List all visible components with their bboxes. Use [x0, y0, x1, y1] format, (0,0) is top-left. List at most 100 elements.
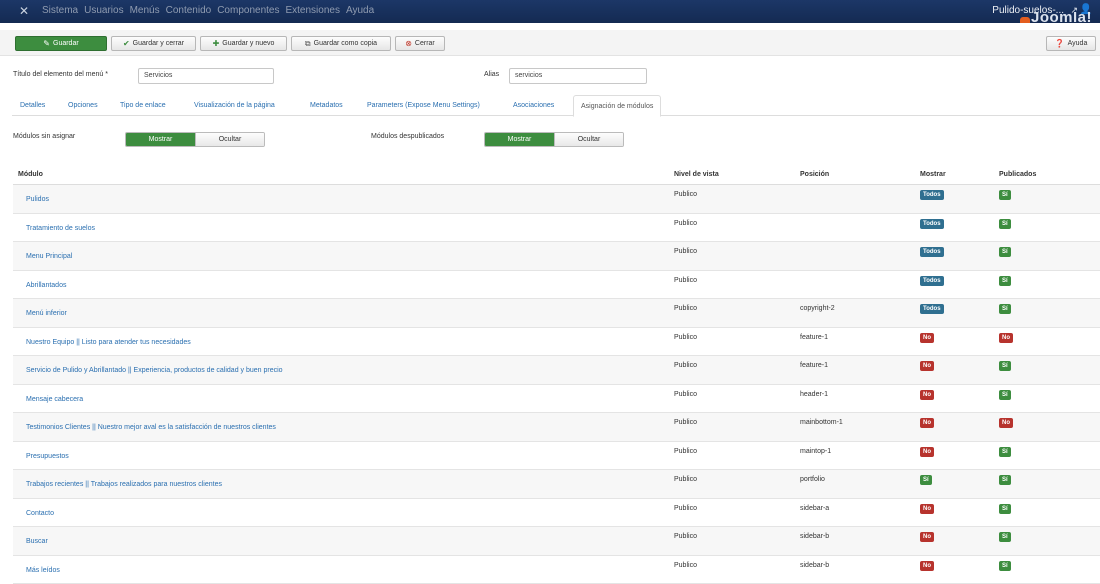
menu-usuarios[interactable]: Usuarios: [84, 5, 123, 17]
table-row: PulidosPublicoTodosSí: [13, 185, 1100, 214]
module-link[interactable]: Contacto: [26, 510, 54, 517]
show-badge: No: [920, 390, 934, 400]
position-cell: sidebar-a: [800, 505, 829, 512]
unpublished-show-button[interactable]: Mostrar: [485, 133, 554, 146]
table-row: ContactoPublicosidebar-aNoSí: [13, 499, 1100, 528]
tab-opciones[interactable]: Opciones: [68, 95, 98, 116]
module-link[interactable]: Menú inferior: [26, 310, 67, 317]
unpublished-modules-toggle: Mostrar Ocultar: [484, 132, 624, 147]
unassigned-show-button[interactable]: Mostrar: [126, 133, 195, 146]
help-button[interactable]: ❓ Ayuda: [1046, 36, 1096, 51]
module-link[interactable]: Servicio de Pulido y Abrillantado || Exp…: [26, 367, 283, 374]
position-cell: feature-1: [800, 334, 828, 341]
show-badge: Todos: [920, 190, 944, 200]
position-cell: header-1: [800, 391, 828, 398]
modules-table: Módulo Nivel de vista Posición Mostrar P…: [13, 166, 1100, 584]
header-view-level: Nivel de vista: [674, 171, 719, 178]
check-icon: ✔: [123, 39, 130, 48]
title-input[interactable]: Servicios: [138, 68, 274, 84]
show-badge: No: [920, 361, 934, 371]
published-badge: Sí: [999, 247, 1011, 257]
help-label: Ayuda: [1068, 40, 1088, 47]
tab-asociaciones[interactable]: Asociaciones: [513, 95, 554, 116]
table-row: Mensaje cabecera Publico header-1 No Sí: [13, 385, 1100, 414]
unpublished-hide-button[interactable]: Ocultar: [554, 133, 623, 146]
menu-componentes[interactable]: Componentes: [217, 5, 279, 17]
module-link[interactable]: Buscar: [26, 538, 48, 545]
menu-sistema[interactable]: Sistema: [42, 5, 78, 17]
cancel-icon: ⊗: [405, 39, 412, 48]
menu-menus[interactable]: Menús: [130, 5, 160, 17]
module-link[interactable]: Nuestro Equipo || Listo para atender tus…: [26, 339, 191, 346]
table-row: Menu PrincipalPublicoTodosSí: [13, 242, 1100, 271]
joomla-logo-icon[interactable]: ✕: [17, 4, 31, 18]
published-badge: No: [999, 333, 1013, 343]
tab-tipo-enlace[interactable]: Tipo de enlace: [120, 95, 166, 116]
position-cell: portfolio: [800, 476, 825, 483]
tab-detalles[interactable]: Detalles: [20, 95, 45, 116]
module-link[interactable]: Mensaje cabecera: [26, 396, 83, 403]
close-button[interactable]: ⊗ Cerrar: [395, 36, 445, 51]
view-level-cell: Publico: [674, 476, 697, 483]
table-row: Trabajos recientes || Trabajos realizado…: [13, 470, 1100, 499]
header-show: Mostrar: [920, 171, 946, 178]
table-row: Menú inferiorPublicocopyright-2TodosSí: [13, 299, 1100, 328]
module-link[interactable]: Menu Principal: [26, 253, 72, 260]
published-badge: Sí: [999, 304, 1011, 314]
tab-visualizacion[interactable]: Visualización de la página: [194, 95, 275, 116]
show-badge: No: [920, 418, 934, 428]
alias-input[interactable]: servicios: [509, 68, 647, 84]
main-menu: Sistema Usuarios Menús Contenido Compone…: [42, 5, 380, 17]
unassigned-modules-label: Módulos sin asignar: [13, 133, 75, 140]
module-link[interactable]: Más leídos: [26, 567, 60, 574]
header-module: Módulo: [18, 171, 43, 178]
joomla-brand: Joomla!: [1031, 12, 1092, 23]
copy-icon: ⧉: [305, 39, 311, 49]
view-level-cell: Publico: [674, 305, 697, 312]
view-level-cell: Publico: [674, 334, 697, 341]
published-badge: Sí: [999, 532, 1011, 542]
tab-asignacion-modulos[interactable]: Asignación de módulos: [573, 95, 661, 117]
save-button[interactable]: ✎ Guardar: [15, 36, 107, 51]
toolbar: ✎ Guardar ✔ Guardar y cerrar ✚ Guardar y…: [0, 30, 1100, 56]
view-level-cell: Publico: [674, 362, 697, 369]
view-level-cell: Publico: [674, 391, 697, 398]
table-header: Módulo Nivel de vista Posición Mostrar P…: [13, 166, 1100, 185]
unassigned-modules-toggle: Mostrar Ocultar: [125, 132, 265, 147]
tab-parameters[interactable]: Parameters (Expose Menu Settings): [367, 95, 480, 116]
header-position: Posición: [800, 171, 829, 178]
view-level-cell: Publico: [674, 248, 697, 255]
module-link[interactable]: Presupuestos: [26, 453, 69, 460]
menu-contenido[interactable]: Contenido: [166, 5, 212, 17]
save-copy-button[interactable]: ⧉ Guardar como copia: [291, 36, 391, 51]
save-close-button[interactable]: ✔ Guardar y cerrar: [111, 36, 196, 51]
header-published: Publicados: [999, 171, 1036, 178]
module-link[interactable]: Abrillantados: [26, 282, 66, 289]
table-row: Nuestro Equipo || Listo para atender tus…: [13, 328, 1100, 357]
save-new-button[interactable]: ✚ Guardar y nuevo: [200, 36, 287, 51]
module-link[interactable]: Tratamiento de suelos: [26, 225, 95, 232]
tab-metadatos[interactable]: Metadatos: [310, 95, 343, 116]
published-badge: Sí: [999, 475, 1011, 485]
question-icon: ❓: [1055, 39, 1065, 48]
module-link[interactable]: Trabajos recientes || Trabajos realizado…: [26, 481, 222, 488]
module-link[interactable]: Pulidos: [26, 196, 49, 203]
show-badge: No: [920, 504, 934, 514]
table-row: Tratamiento de suelosPublicoTodosSí: [13, 214, 1100, 243]
save-button-label: Guardar: [53, 40, 79, 47]
show-badge: Todos: [920, 276, 944, 286]
save-close-label: Guardar y cerrar: [133, 40, 184, 47]
plus-icon: ✚: [213, 39, 220, 48]
view-level-cell: Publico: [674, 277, 697, 284]
published-badge: Sí: [999, 190, 1011, 200]
save-copy-label: Guardar como copia: [314, 40, 377, 47]
module-link[interactable]: Testimonios Clientes || Nuestro mejor av…: [26, 424, 276, 431]
show-badge: Sí: [920, 475, 932, 485]
published-badge: Sí: [999, 390, 1011, 400]
unassigned-hide-button[interactable]: Ocultar: [195, 133, 264, 146]
view-level-cell: Publico: [674, 220, 697, 227]
menu-ayuda[interactable]: Ayuda: [346, 5, 374, 17]
published-badge: Sí: [999, 219, 1011, 229]
menu-extensiones[interactable]: Extensiones: [285, 5, 339, 17]
published-badge: Sí: [999, 561, 1011, 571]
